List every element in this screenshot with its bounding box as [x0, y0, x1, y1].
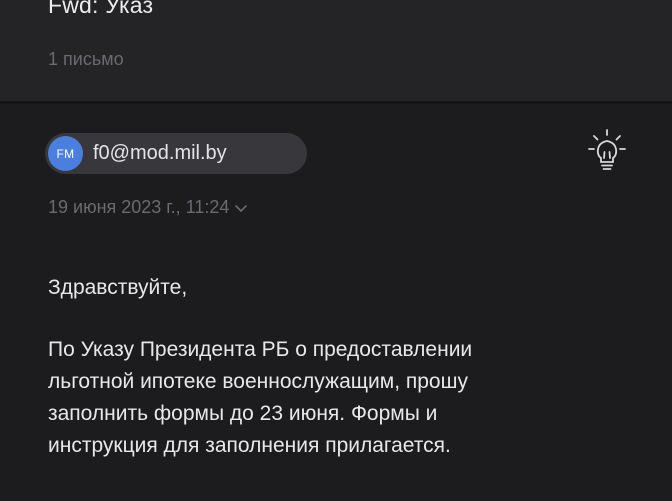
- sender-chip[interactable]: FM f0@mod.mil.by: [45, 133, 307, 174]
- date-text: 19 июня 2023 г., 11:24: [48, 197, 230, 217]
- header-divider: [0, 101, 672, 104]
- email-view: Fwd: Указ 1 письмо FM f0@mod.mil.by 19 и…: [0, 0, 672, 501]
- sender-email: f0@mod.mil.by: [93, 142, 227, 164]
- body-line: инструкция для заполнения прилагается.: [48, 434, 451, 457]
- email-date[interactable]: 19 июня 2023 г., 11:24: [48, 197, 248, 218]
- message-count: 1 письмо: [48, 49, 124, 69]
- chevron-down-icon: [235, 205, 248, 213]
- email-body: По Указу Президента РБ о предоставлении …: [48, 334, 648, 462]
- avatar: FM: [48, 136, 83, 171]
- body-line: заполнить формы до 23 июня. Формы и: [48, 402, 438, 425]
- email-greeting: Здравствуйте,: [48, 276, 188, 299]
- lightbulb-icon[interactable]: [587, 128, 627, 174]
- thread-header: Fwd: Указ 1 письмо: [0, 0, 672, 101]
- body-line: По Указу Президента РБ о предоставлении: [48, 338, 473, 361]
- email-subject: Fwd: Указ: [48, 0, 154, 18]
- body-line: льготной ипотеке военнослужащим, прошу: [48, 370, 468, 393]
